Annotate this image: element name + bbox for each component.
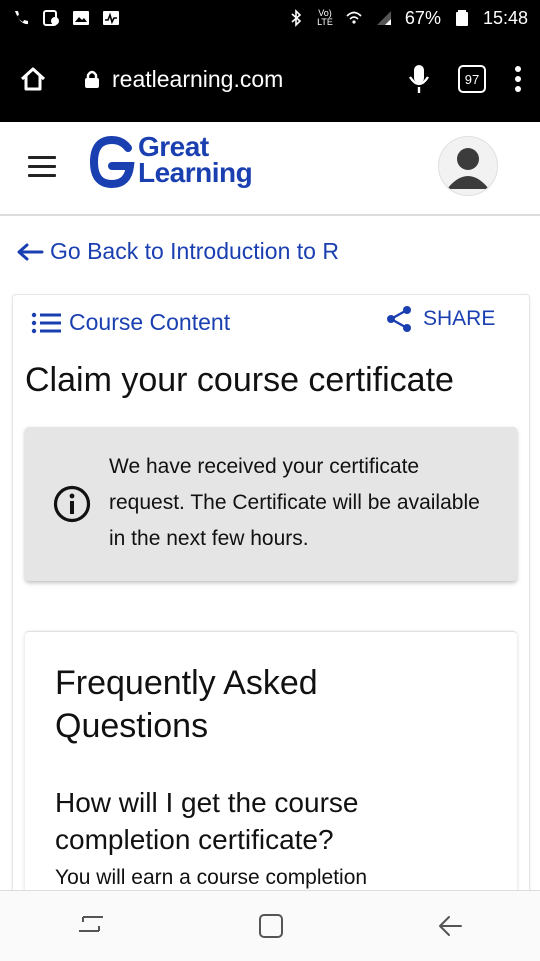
page-content: Go Back to Introduction to R Course Cont… bbox=[0, 216, 540, 932]
lock-icon bbox=[85, 70, 99, 88]
phone-icon bbox=[15, 11, 28, 25]
course-content-label: Course Content bbox=[69, 309, 231, 335]
activity-icon bbox=[103, 11, 119, 25]
mic-icon[interactable] bbox=[408, 63, 430, 95]
status-right: Vo) LTE 67% 15:48 bbox=[287, 8, 528, 29]
certificate-card: Course Content SHARE Claim your course c… bbox=[12, 294, 530, 932]
faq-answer: You will earn a course completion bbox=[55, 866, 368, 889]
list-icon bbox=[31, 312, 61, 333]
course-content-link[interactable]: Course Content bbox=[31, 309, 230, 336]
faq-question[interactable]: How will I get the course completion cer… bbox=[55, 784, 475, 858]
back-button-icon[interactable] bbox=[437, 914, 463, 938]
info-icon bbox=[53, 485, 91, 523]
faq-section: Frequently Asked Questions How will I ge… bbox=[25, 631, 517, 932]
android-nav-bar bbox=[0, 890, 540, 961]
signal-icon bbox=[376, 11, 391, 25]
url-text: reatlearning.com bbox=[112, 65, 284, 92]
certificate-notice: We have received your certificate reques… bbox=[25, 427, 517, 581]
image-icon bbox=[73, 11, 89, 25]
home-icon[interactable] bbox=[18, 64, 48, 94]
recent-apps-icon[interactable] bbox=[77, 913, 105, 939]
tabs-icon[interactable]: 97 bbox=[458, 65, 486, 93]
url-bar[interactable]: reatlearning.com bbox=[84, 66, 408, 93]
share-label: SHARE bbox=[423, 307, 496, 330]
browser-toolbar: reatlearning.com 97 bbox=[0, 36, 540, 122]
home-button-icon[interactable] bbox=[258, 913, 284, 939]
notice-text: We have received your certificate reques… bbox=[109, 455, 480, 550]
status-left bbox=[12, 9, 120, 27]
status-bar: Vo) LTE 67% 15:48 bbox=[0, 0, 540, 36]
back-arrow-icon bbox=[17, 243, 44, 260]
great-learning-logo[interactable]: Great Learning bbox=[88, 133, 268, 204]
logo-text: Great Learning bbox=[138, 133, 253, 188]
logo-line2: Learning bbox=[138, 157, 253, 188]
network-label: Vo) LTE bbox=[317, 9, 333, 27]
page-title: Claim your course certificate bbox=[25, 361, 454, 399]
network-label-bottom: LTE bbox=[317, 17, 333, 27]
clock: 15:48 bbox=[482, 7, 528, 28]
faq-title: Frequently Asked Questions bbox=[55, 664, 318, 745]
go-back-label: Go Back to Introduction to R bbox=[50, 238, 339, 264]
hamburger-icon[interactable] bbox=[28, 156, 56, 178]
missed-call-icon bbox=[43, 10, 59, 26]
more-icon[interactable] bbox=[514, 65, 522, 93]
share-icon bbox=[387, 306, 411, 332]
logo-g-icon bbox=[89, 136, 135, 188]
share-button[interactable]: SHARE bbox=[385, 305, 495, 333]
battery-icon bbox=[455, 10, 468, 26]
go-back-link[interactable]: Go Back to Introduction to R bbox=[16, 238, 339, 265]
bluetooth-icon bbox=[291, 9, 302, 27]
browser-actions: 97 bbox=[408, 63, 522, 95]
wifi-icon bbox=[346, 11, 362, 24]
avatar[interactable] bbox=[438, 136, 498, 196]
battery-percent: 67% bbox=[404, 7, 441, 28]
avatar-icon bbox=[447, 148, 489, 189]
